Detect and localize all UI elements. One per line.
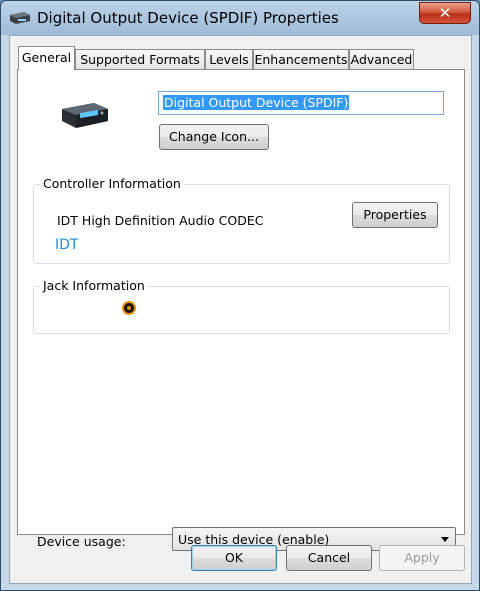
tab-enhancements[interactable]: Enhancements (253, 49, 349, 69)
vendor-link[interactable]: IDT (55, 237, 78, 253)
window-title: Digital Output Device (SPDIF) Properties (37, 9, 339, 27)
title-bar[interactable]: Digital Output Device (SPDIF) Properties… (1, 1, 479, 35)
tab-advanced[interactable]: Advanced (349, 49, 414, 69)
controller-info-group: Controller Information IDT High Definiti… (33, 176, 450, 264)
device-name-field[interactable]: Digital Output Device (SPDIF) (158, 91, 444, 115)
jack-info-group: Jack Information (33, 278, 450, 334)
properties-dialog: Digital Output Device (SPDIF) Properties… (0, 0, 480, 591)
jack-connector-icon (122, 301, 136, 315)
tab-levels[interactable]: Levels (205, 49, 253, 69)
device-name-value: Digital Output Device (SPDIF) (163, 95, 350, 110)
tab-supported-formats[interactable]: Supported Formats (75, 49, 205, 69)
dialog-body: General Supported Formats Levels Enhance… (9, 35, 472, 584)
controller-info-label: Controller Information (40, 176, 184, 191)
change-icon-button[interactable]: Change Icon... (159, 124, 269, 150)
dropdown-arrow-icon (441, 537, 449, 542)
tab-general[interactable]: General (18, 46, 75, 70)
ok-button[interactable]: OK (191, 545, 277, 571)
apply-button[interactable]: Apply (379, 545, 465, 571)
jack-info-label: Jack Information (40, 278, 148, 293)
close-button[interactable]: ✕ (419, 2, 471, 24)
device-usage-label: Device usage: (37, 534, 126, 549)
spdif-device-icon (62, 103, 108, 128)
close-icon: ✕ (438, 4, 452, 22)
controller-name: IDT High Definition Audio CODEC (57, 213, 264, 228)
cancel-button[interactable]: Cancel (286, 545, 372, 571)
controller-properties-button[interactable]: Properties (352, 202, 438, 228)
general-tab-panel: Digital Output Device (SPDIF) Change Ico… (17, 69, 465, 551)
speaker-device-icon (10, 12, 30, 24)
